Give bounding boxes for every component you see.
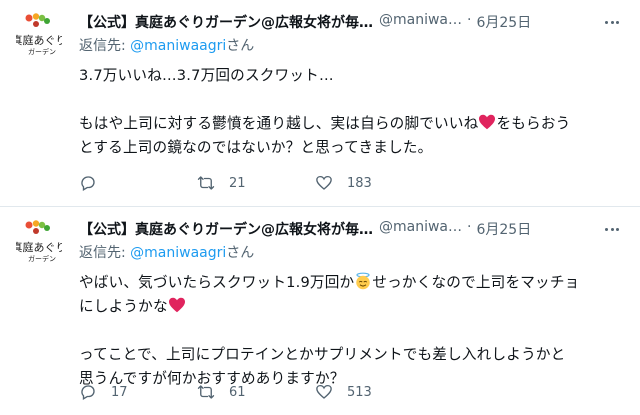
retweet-icon bbox=[197, 176, 215, 190]
heart-emoji bbox=[479, 114, 496, 130]
reply-icon bbox=[81, 176, 95, 191]
text-line: やばい、気づいたらスクワット1.9万回か bbox=[79, 274, 355, 291]
svg-text:真庭あぐり: 真庭あぐり bbox=[16, 33, 62, 47]
user-handle[interactable]: @maniwa… bbox=[379, 219, 462, 239]
like-button[interactable]: 183 bbox=[315, 174, 433, 192]
reply-icon bbox=[81, 385, 95, 400]
reply-suffix: さん bbox=[226, 245, 255, 261]
retweet-count: 61 bbox=[229, 384, 246, 400]
display-name[interactable]: 【公式】真庭あぐりガーデン@広報女将が毎… bbox=[79, 12, 373, 32]
text-line: もはや上司に対する鬱憤を通り越し、実は自らの脚でいいね bbox=[79, 115, 479, 132]
text-line: 3.7万いいね…3.7万回のスクワット… bbox=[79, 67, 334, 84]
retweet-button[interactable]: 61 bbox=[197, 383, 315, 401]
display-name[interactable]: 【公式】真庭あぐりガーデン@広報女将が毎… bbox=[79, 219, 373, 239]
tweet-text: 3.7万いいね…3.7万回のスクワット… もはや上司に対する鬱憤を通り越し、実は… bbox=[79, 64, 628, 160]
text-line: をもらおう bbox=[496, 115, 571, 132]
reply-suffix: さん bbox=[226, 38, 255, 54]
like-icon bbox=[316, 384, 332, 399]
reply-to: 返信先: @maniwaagriさん bbox=[79, 243, 628, 263]
like-button[interactable]: 513 bbox=[315, 383, 433, 401]
tweet-2[interactable]: 真庭あぐり ガーデン 【公式】真庭あぐりガーデン@広報女将が毎… @maniwa… bbox=[0, 207, 640, 415]
reply-button[interactable]: 17 bbox=[79, 383, 197, 401]
reply-prefix: 返信先: bbox=[79, 245, 131, 261]
like-count: 183 bbox=[347, 175, 372, 191]
svg-text:ガーデン: ガーデン bbox=[28, 47, 56, 56]
like-count: 513 bbox=[347, 384, 372, 400]
avatar[interactable]: 真庭あぐり ガーデン bbox=[16, 12, 62, 58]
more-icon[interactable] bbox=[600, 12, 624, 32]
reply-to: 返信先: @maniwaagriさん bbox=[79, 36, 628, 56]
user-handle[interactable]: @maniwa… bbox=[379, 12, 462, 32]
tweet-text: やばい、気づいたらスクワット1.9万回か せっかくなので上司をマッチョ にしようか… bbox=[79, 271, 628, 391]
angel-emoji bbox=[356, 272, 371, 290]
text-line: せっかくなので上司をマッチョ bbox=[372, 274, 580, 291]
reply-prefix: 返信先: bbox=[79, 38, 131, 54]
svg-text:真庭あぐり: 真庭あぐり bbox=[16, 240, 62, 254]
tweet-date[interactable]: 6月25日 bbox=[476, 219, 531, 239]
reply-count: 17 bbox=[111, 384, 128, 400]
reply-handle-link[interactable]: @maniwaagri bbox=[130, 38, 226, 54]
text-line: にしようかな bbox=[79, 298, 168, 315]
retweet-button[interactable]: 21 bbox=[197, 174, 315, 192]
like-icon bbox=[316, 175, 332, 190]
tweet-1[interactable]: 真庭あぐり ガーデン 【公式】真庭あぐりガーデン@広報女将が毎… @maniwa… bbox=[0, 0, 640, 207]
heart-emoji bbox=[168, 297, 185, 313]
reply-handle-link[interactable]: @maniwaagri bbox=[130, 245, 226, 261]
more-icon[interactable] bbox=[600, 219, 624, 239]
reply-button[interactable] bbox=[79, 174, 197, 192]
retweet-icon bbox=[197, 385, 215, 399]
retweet-count: 21 bbox=[229, 175, 246, 191]
svg-text:ガーデン: ガーデン bbox=[28, 254, 56, 263]
text-line: ってことで、上司にプロテインとかサプリメントでも差し入れしようかと bbox=[79, 346, 566, 363]
avatar[interactable]: 真庭あぐり ガーデン bbox=[16, 219, 62, 265]
text-line: とする上司の鏡なのではないか？と思ってきました。 bbox=[79, 139, 433, 156]
tweet-date[interactable]: 6月25日 bbox=[476, 12, 531, 32]
separator: · bbox=[467, 12, 472, 28]
separator: · bbox=[467, 219, 472, 235]
